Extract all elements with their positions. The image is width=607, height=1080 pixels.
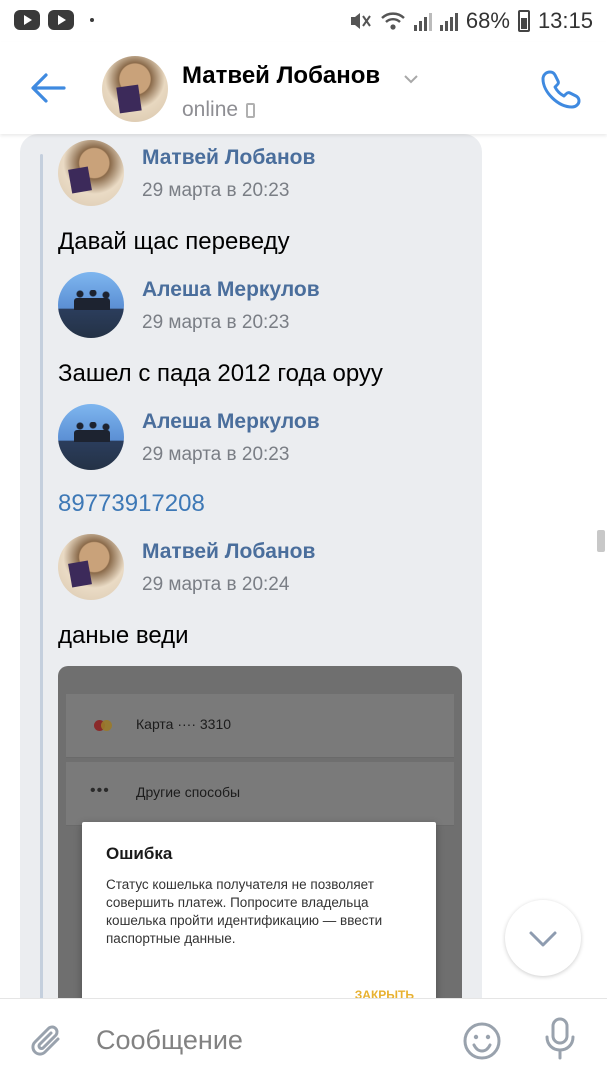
more-notifications-icon — [90, 18, 94, 22]
microphone-icon[interactable] — [544, 1017, 576, 1061]
forwarded-bar — [40, 154, 43, 998]
youtube-notification-icon-2 — [48, 10, 74, 30]
chevron-down-icon[interactable] — [404, 74, 418, 84]
author-name[interactable]: Алеша Меркулов — [142, 278, 320, 302]
attached-image[interactable]: Карта ···· 3310 ••• Другие способы Ошибк… — [58, 666, 462, 998]
author-avatar[interactable] — [58, 534, 124, 600]
message-time: 29 марта в 20:23 — [142, 312, 290, 333]
message-time: 29 марта в 20:23 — [142, 180, 290, 201]
contact-name[interactable]: Матвей Лобанов — [182, 62, 380, 90]
message-time: 29 марта в 20:23 — [142, 444, 290, 465]
chat-header: Матвей Лобанов online — [0, 42, 607, 134]
dialog-close-button: ЗАКРЫТЬ — [354, 988, 414, 998]
contact-status: online — [182, 98, 256, 122]
author-name[interactable]: Матвей Лобанов — [142, 540, 315, 564]
signal-icon-2 — [439, 11, 458, 31]
back-arrow-icon[interactable] — [30, 72, 66, 104]
message-input[interactable] — [96, 1025, 436, 1056]
forwarded-message-header: Алеша Меркулов 29 марта в 20:23 — [58, 272, 458, 338]
error-dialog: Ошибка Статус кошелька получателя не поз… — [82, 822, 436, 998]
contact-avatar[interactable] — [102, 56, 168, 122]
message-time: 29 марта в 20:24 — [142, 574, 290, 595]
mastercard-icon — [94, 720, 112, 731]
dialog-title: Ошибка — [106, 844, 173, 863]
forwarded-message-header: Матвей Лобанов 29 марта в 20:24 — [58, 534, 458, 600]
card-row: Карта ···· 3310 — [66, 694, 454, 758]
message-text: даные веди — [58, 622, 189, 649]
mute-icon — [350, 13, 371, 29]
author-avatar[interactable] — [58, 404, 124, 470]
phone-number-link[interactable]: 89773917208 — [58, 490, 205, 518]
other-methods-row: ••• Другие способы — [66, 762, 454, 826]
forwarded-message-header: Алеша Меркулов 29 марта в 20:23 — [58, 404, 458, 470]
scroll-down-button[interactable] — [505, 900, 581, 976]
emoji-icon[interactable] — [462, 1021, 502, 1061]
clock: 13:15 — [537, 8, 593, 33]
composer-bar — [0, 998, 607, 1080]
system-icons: 68% 13:15 — [348, 8, 593, 34]
status-text: online — [182, 98, 239, 121]
signal-icon-1 — [413, 11, 432, 31]
message-text: Давай щас переведу — [58, 228, 290, 255]
author-name[interactable]: Матвей Лобанов — [142, 146, 315, 170]
scroll-indicator[interactable] — [597, 530, 605, 552]
phone-call-icon[interactable] — [540, 66, 584, 110]
battery-icon — [517, 10, 530, 32]
mobile-phone-icon — [246, 102, 256, 118]
youtube-notification-icon — [14, 10, 40, 30]
notification-icons — [14, 10, 94, 1008]
author-avatar[interactable] — [58, 140, 124, 206]
author-name[interactable]: Алеша Меркулов — [142, 410, 320, 434]
author-avatar[interactable] — [58, 272, 124, 338]
chevron-down-icon — [529, 931, 557, 947]
status-bar: 68% 13:15 — [0, 0, 607, 1008]
paperclip-icon[interactable] — [28, 1021, 66, 1061]
more-dots-icon: ••• — [90, 782, 110, 799]
other-methods-label: Другие способы — [136, 784, 241, 800]
dialog-body: Статус кошелька получателя не позволяет … — [106, 877, 383, 946]
card-label: Карта ···· 3310 — [136, 716, 232, 732]
wifi-icon — [381, 12, 405, 30]
battery-percent: 68% — [465, 8, 510, 33]
forwarded-message-header: Матвей Лобанов 29 марта в 20:23 — [58, 140, 458, 206]
chat-area[interactable]: Матвей Лобанов 29 марта в 20:23 Давай ща… — [0, 134, 607, 998]
message-text: Зашел с пада 2012 года оруу — [58, 360, 383, 387]
